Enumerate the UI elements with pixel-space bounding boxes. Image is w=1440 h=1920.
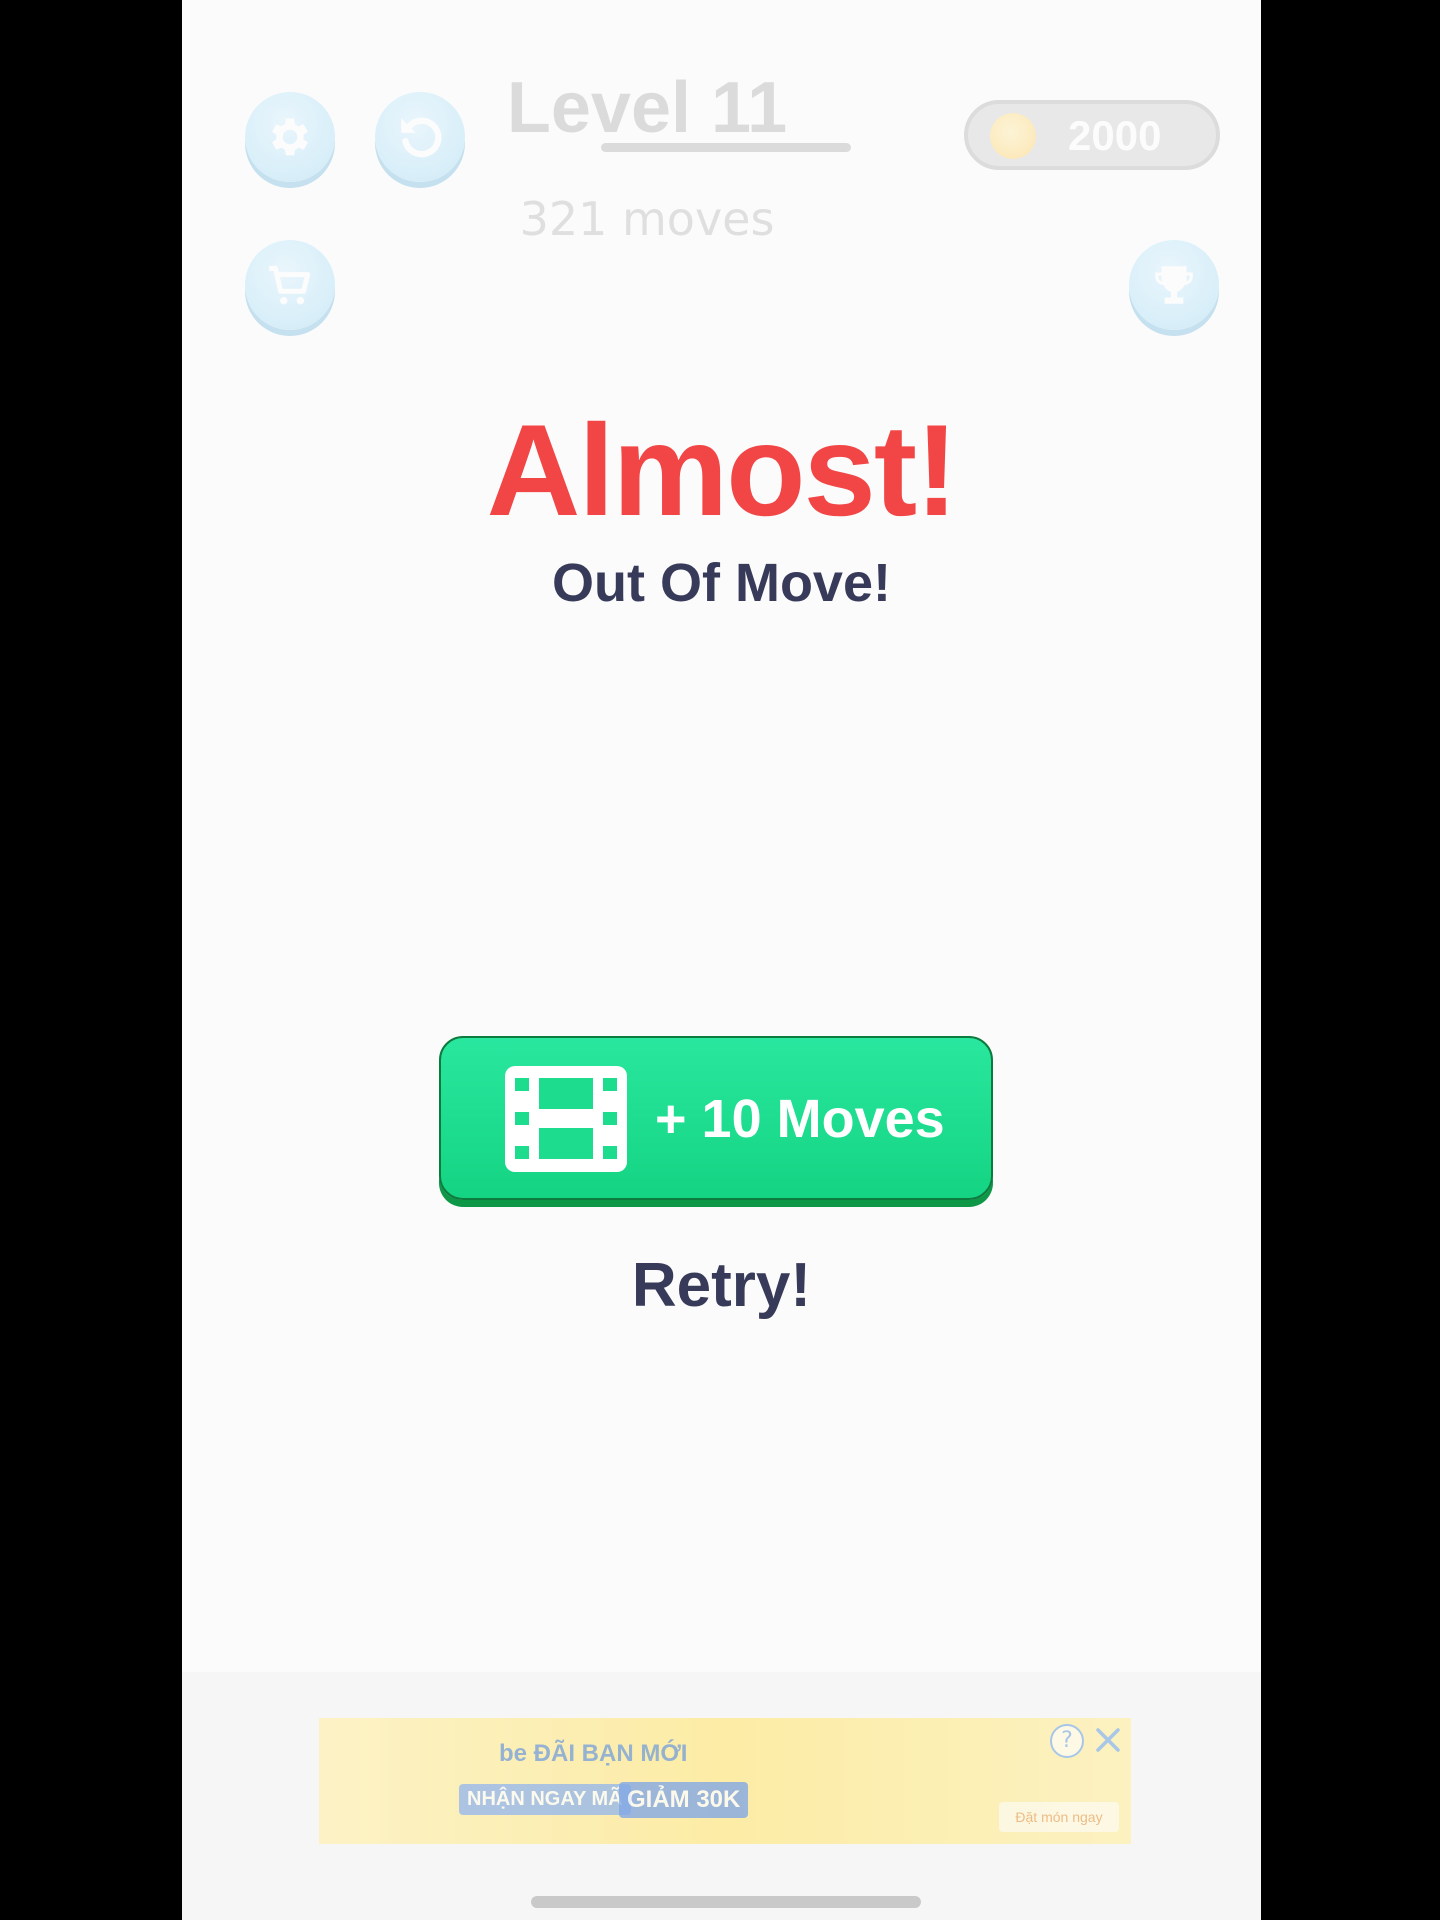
ad-headline: be ĐÃI BẠN MỚI <box>499 1740 688 1767</box>
ad-info-icon[interactable]: ? <box>1050 1724 1084 1758</box>
ad-offer-label: NHẬN NGAY MÃ <box>459 1784 631 1815</box>
coin-balance[interactable]: 2000 <box>964 100 1220 170</box>
restart-button[interactable] <box>375 92 465 182</box>
dialog-subtitle: Out Of Move! <box>552 553 891 613</box>
leaderboard-button[interactable] <box>1129 240 1219 330</box>
ad-discount: GIẢM 30K <box>619 1782 749 1818</box>
restart-icon <box>401 117 442 158</box>
coin-value: 2000 <box>1068 112 1162 159</box>
video-ad-icon <box>505 1066 627 1172</box>
extra-moves-label: + 10 Moves <box>655 1089 945 1149</box>
game-screen: Level 11 321 moves 2000 Almost! Out Of M… <box>182 0 1261 1920</box>
ad-banner[interactable]: be ĐÃI BẠN MỚI NHẬN NGAY MÃ GIẢM 30K Đặt… <box>319 1718 1131 1844</box>
moves-count: 321 moves <box>519 192 775 246</box>
game-hud: Level 11 321 moves 2000 <box>182 0 1261 360</box>
close-icon[interactable] <box>1090 1722 1126 1758</box>
gear-icon <box>272 118 308 156</box>
cart-icon <box>269 265 311 305</box>
dialog-title: Almost! <box>486 397 959 543</box>
retry-button[interactable]: Retry! <box>182 1250 1261 1321</box>
extra-moves-button[interactable]: + 10 Moves <box>439 1036 993 1200</box>
settings-button[interactable] <box>245 92 335 182</box>
level-title: Level 11 <box>506 68 788 148</box>
shop-button[interactable] <box>245 240 335 330</box>
level-title-underline <box>601 143 851 152</box>
home-indicator[interactable] <box>531 1896 921 1908</box>
ad-cta-button[interactable]: Đặt món ngay <box>999 1802 1119 1832</box>
coin-icon <box>990 113 1036 159</box>
trophy-icon <box>1155 266 1193 304</box>
